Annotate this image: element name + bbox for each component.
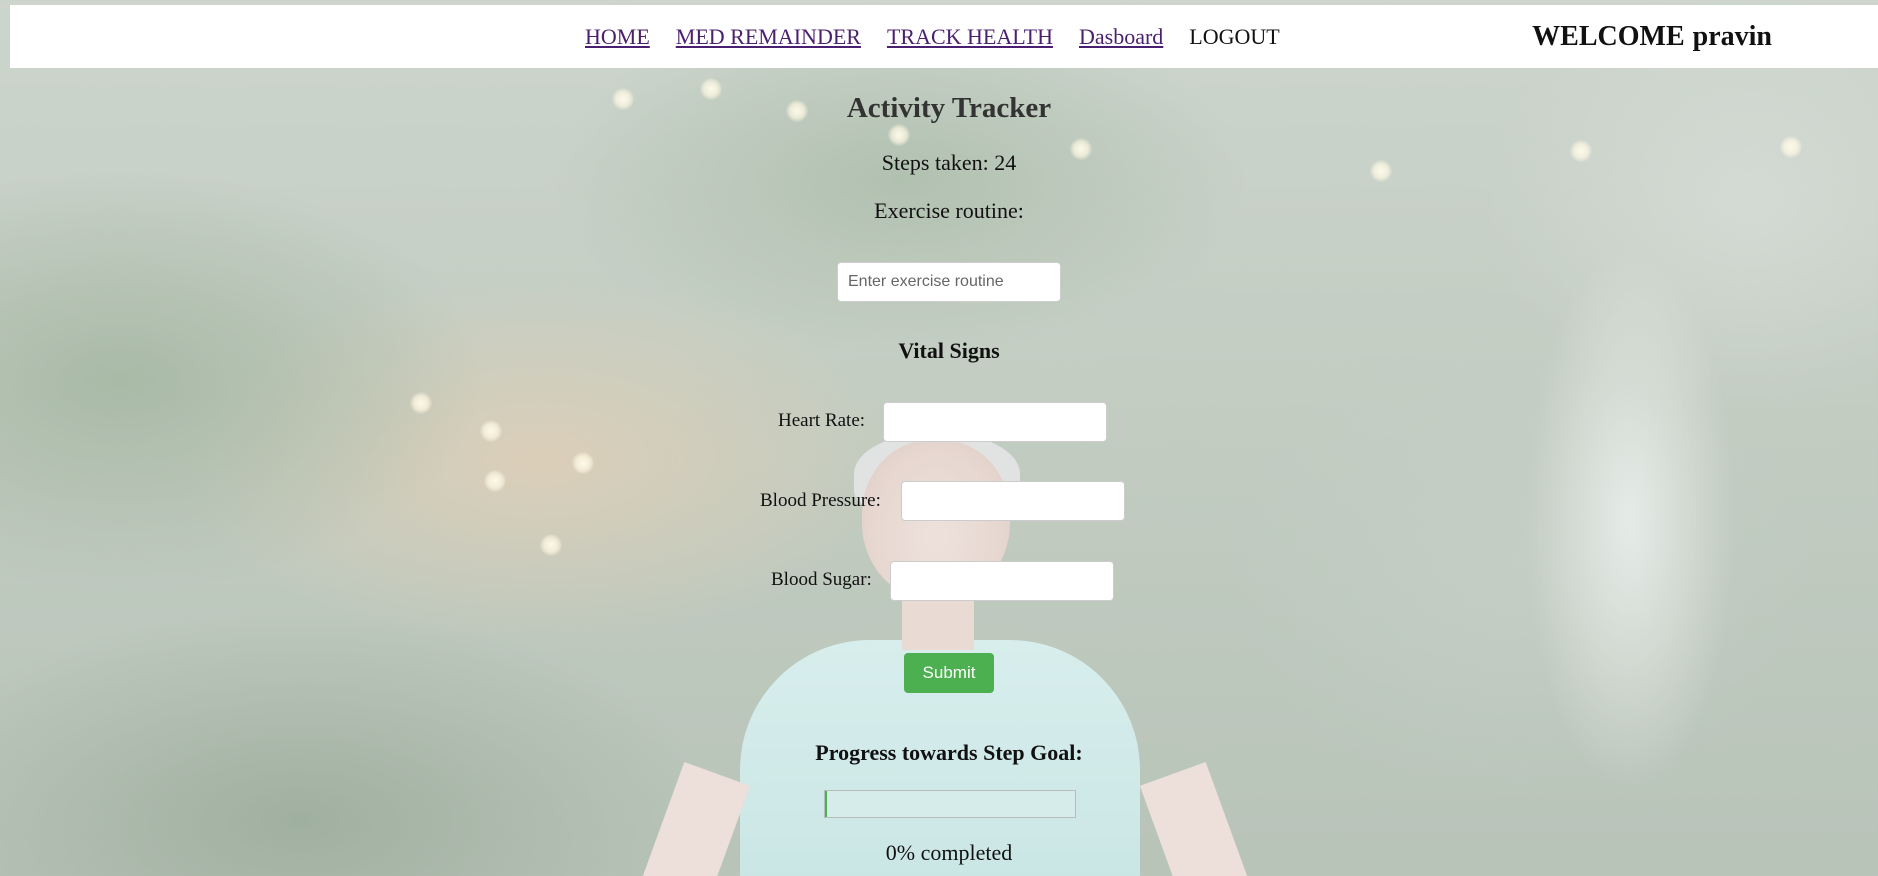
steps-taken: Steps taken: 24 [881, 150, 1017, 175]
progress-bar-fill [825, 791, 827, 817]
vital-signs-title: Vital Signs [898, 338, 1000, 363]
welcome-message: WELCOME pravin [1532, 5, 1772, 68]
nav-link-track-health[interactable]: TRACK HEALTH [887, 24, 1053, 50]
heart-rate-input[interactable] [883, 402, 1107, 442]
heart-rate-label: Heart Rate: [778, 410, 866, 431]
logout-link[interactable]: LOGOUT [1189, 24, 1279, 50]
page-title: Activity Tracker [846, 92, 1052, 124]
exercise-routine-input[interactable] [837, 262, 1061, 302]
progress-title: Progress towards Step Goal: [815, 740, 1083, 765]
nav-links: HOME MED REMAINDER TRACK HEALTH Dasboard… [585, 5, 1280, 68]
progress-completed-text: 0% completed [885, 840, 1013, 865]
blood-sugar-label: Blood Sugar: [771, 569, 872, 590]
blood-pressure-input[interactable] [901, 481, 1125, 521]
exercise-routine-label: Exercise routine: [874, 198, 1024, 223]
blood-sugar-input[interactable] [890, 561, 1114, 601]
top-navbar: HOME MED REMAINDER TRACK HEALTH Dasboard… [10, 5, 1878, 68]
blood-pressure-label: Blood Pressure: [760, 490, 881, 511]
nav-link-med-remainder[interactable]: MED REMAINDER [676, 24, 861, 50]
nav-link-dashboard[interactable]: Dasboard [1079, 24, 1163, 50]
step-goal-progress-bar [824, 790, 1076, 818]
welcome-text: WELCOME [1532, 20, 1685, 52]
username: pravin [1692, 20, 1772, 52]
submit-button[interactable]: Submit [904, 653, 994, 693]
nav-link-home[interactable]: HOME [585, 24, 650, 50]
